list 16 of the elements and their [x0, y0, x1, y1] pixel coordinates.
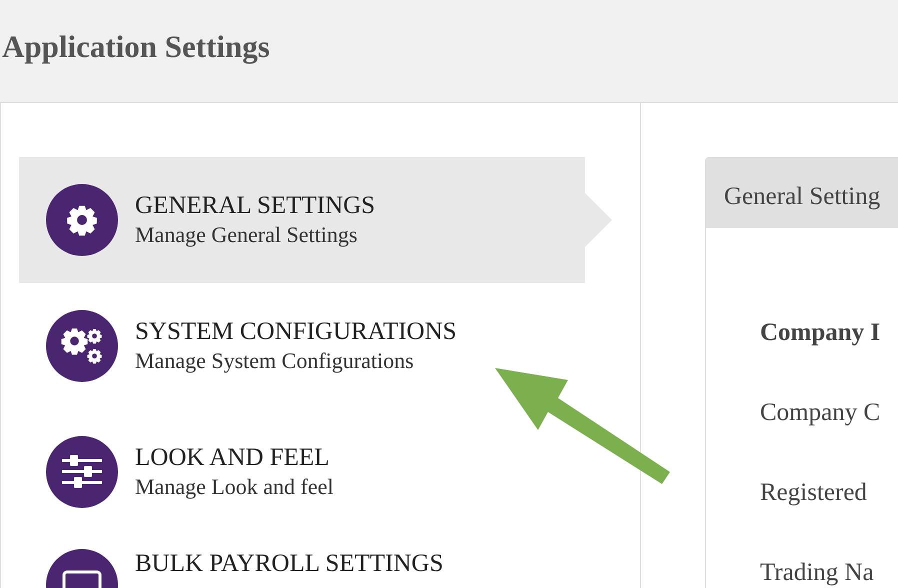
menu-item-title: GENERAL SETTINGS: [135, 190, 376, 221]
menu-item-subtitle: Manage System Configurations: [135, 346, 415, 375]
menu-item[interactable]: SYSTEM CONFIGURATIONS Manage System Configurations: [19, 283, 585, 409]
menu-item-title: LOOK AND FEEL: [135, 442, 330, 473]
menu-item-title: BULK PAYROLL SETTINGS: [135, 549, 444, 579]
menu-item-subtitle: Manage Look and feel: [135, 472, 334, 501]
page-title: Application Settings: [2, 28, 271, 66]
menu-item-title: SYSTEM CONFIGURATIONS: [135, 316, 457, 347]
field-label: Trading Na: [760, 559, 874, 586]
menu-item-subtitle: Manage General Settings: [135, 220, 358, 249]
card-header: General Setting: [706, 158, 898, 228]
field-label: Company C: [760, 399, 880, 426]
menu-item[interactable]: LOOK AND FEEL Manage Look and feel: [19, 409, 585, 535]
field-label: Company I: [760, 319, 880, 346]
menu-item[interactable]: BULK PAYROLL SETTINGS: [19, 535, 585, 588]
field-label: Registered: [760, 479, 867, 506]
